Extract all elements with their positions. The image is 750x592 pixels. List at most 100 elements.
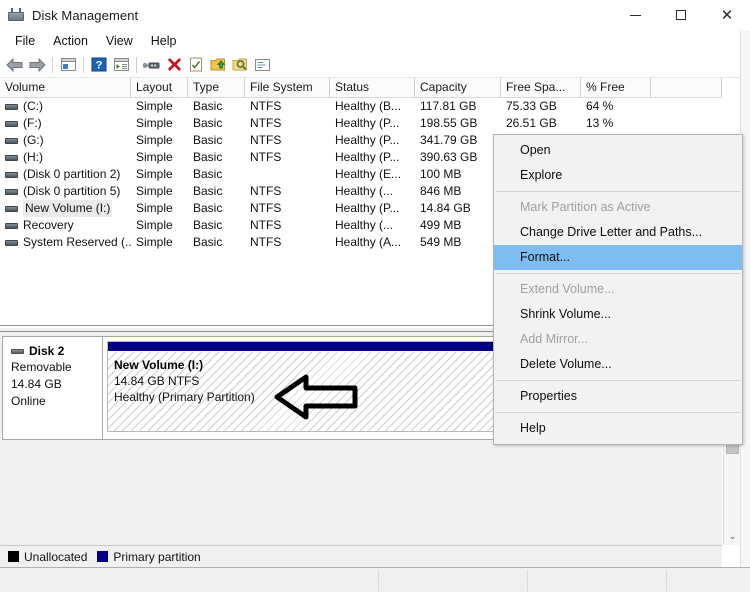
scrollbar-down-arrow-icon[interactable]: ⌄	[724, 529, 741, 545]
column-header-type[interactable]: Type	[188, 78, 245, 97]
volume-icon	[5, 137, 18, 144]
disk-info-panel[interactable]: Disk 2 Removable 14.84 GB Online	[3, 337, 103, 439]
cell-volume: New Volume (I:)	[0, 200, 131, 217]
volume-label: System Reserved (...	[23, 235, 131, 249]
cell-type: Basic	[193, 133, 223, 147]
extend-volume-icon	[210, 58, 226, 71]
cell-layout: Simple	[136, 167, 173, 181]
toolbar: ?	[0, 52, 750, 78]
menu-action[interactable]: Action	[44, 31, 97, 51]
help-button[interactable]: ?	[88, 54, 110, 76]
column-header-file-system[interactable]: File System	[245, 78, 330, 97]
status-bar-divider	[378, 570, 379, 591]
cell-file_system: NTFS	[250, 150, 282, 164]
volume-label: (Disk 0 partition 2)	[23, 167, 121, 181]
cell-volume: System Reserved (...	[0, 234, 131, 251]
cell-capacity: 14.84 GB	[420, 201, 471, 215]
title-bar: Disk Management ✕	[0, 0, 750, 30]
disk-status: Online	[11, 394, 46, 408]
disk-management-icon	[8, 8, 24, 22]
context-menu-item-shrink-volume[interactable]: Shrink Volume...	[494, 302, 742, 327]
disk-icon	[11, 348, 24, 354]
back-icon	[6, 57, 23, 72]
context-menu-item-change-drive-letter-and-paths[interactable]: Change Drive Letter and Paths...	[494, 220, 742, 245]
volume-label: (F:)	[23, 116, 42, 130]
options-button[interactable]	[251, 54, 273, 76]
svg-text:?: ?	[96, 60, 103, 72]
maximize-button[interactable]	[658, 0, 704, 30]
volume-label: Recovery	[23, 218, 74, 232]
table-row[interactable]: (F:) Simple Basic NTFS Healthy (P... 198.55 G…	[0, 115, 722, 132]
properties-button[interactable]	[185, 54, 207, 76]
menu-view[interactable]: View	[97, 31, 142, 51]
volume-icon	[5, 171, 18, 178]
volume-list-header: Volume Layout Type File System Status Ca…	[0, 78, 722, 98]
toolbar-separator	[83, 56, 84, 73]
forward-icon	[29, 57, 46, 72]
context-menu-separator	[496, 191, 740, 192]
context-menu-item-open[interactable]: Open	[494, 138, 742, 163]
cell-status: Healthy (P...	[335, 116, 400, 130]
maximize-icon	[676, 10, 686, 20]
cell-free_space: 75.33 GB	[506, 99, 557, 113]
menu-help[interactable]: Help	[142, 31, 186, 51]
cell-layout: Simple	[136, 116, 173, 130]
column-header-free-space[interactable]: Free Spa...	[501, 78, 581, 97]
cell-file_system: NTFS	[250, 116, 282, 130]
cell-type: Basic	[193, 201, 223, 215]
context-menu-item-explore[interactable]: Explore	[494, 163, 742, 188]
column-header-filler[interactable]	[651, 78, 722, 97]
show-hide-console-tree-icon	[60, 58, 76, 71]
delete-button[interactable]	[163, 54, 185, 76]
cell-status: Healthy (E...	[335, 167, 402, 181]
cell-pct_free: 64 %	[586, 99, 614, 113]
show-hide-console-tree-button[interactable]	[57, 54, 79, 76]
cell-layout: Simple	[136, 201, 173, 215]
volume-icon	[5, 222, 18, 229]
cell-volume: (G:)	[0, 132, 131, 149]
volume-label: (H:)	[23, 150, 43, 164]
volume-icon	[5, 103, 18, 110]
disk-name: Disk 2	[29, 344, 65, 358]
cell-status: Healthy (P...	[335, 133, 400, 147]
legend: Unallocated Primary partition	[0, 545, 722, 567]
minimize-button[interactable]	[612, 0, 658, 30]
cell-status: Healthy (A...	[335, 235, 402, 249]
rescan-disks-icon	[143, 62, 160, 68]
context-menu-item-help[interactable]: Help	[494, 416, 742, 441]
cell-volume: (H:)	[0, 149, 131, 166]
back-button[interactable]	[4, 54, 26, 76]
context-menu-item-format[interactable]: Format...	[494, 245, 742, 270]
context-menu-item-properties[interactable]: Properties	[494, 384, 742, 409]
context-menu-separator	[496, 273, 740, 274]
menu-file[interactable]: File	[6, 31, 44, 51]
volume-label: (Disk 0 partition 5)	[23, 184, 121, 198]
forward-button[interactable]	[26, 54, 48, 76]
column-header-pct-free[interactable]: % Free	[581, 78, 651, 97]
context-menu-separator	[496, 380, 740, 381]
cell-layout: Simple	[136, 133, 173, 147]
partition-name: New Volume (I:)	[114, 358, 204, 372]
volume-icon	[5, 188, 18, 195]
close-button[interactable]: ✕	[704, 0, 750, 30]
table-row[interactable]: (C:) Simple Basic NTFS Healthy (B... 117.81 G…	[0, 98, 722, 115]
legend-label-primary-partition: Primary partition	[113, 549, 201, 564]
search-volume-button[interactable]	[229, 54, 251, 76]
rescan-disks-button[interactable]	[141, 54, 163, 76]
column-header-capacity[interactable]: Capacity	[415, 78, 501, 97]
delete-icon	[167, 58, 181, 71]
cell-type: Basic	[193, 184, 223, 198]
status-bar-divider	[666, 570, 667, 591]
column-header-volume[interactable]: Volume	[0, 78, 131, 97]
cell-type: Basic	[193, 235, 223, 249]
legend-item-primary-partition: Primary partition	[97, 549, 201, 564]
window-title: Disk Management	[32, 7, 139, 23]
column-header-status[interactable]: Status	[330, 78, 415, 97]
column-header-layout[interactable]: Layout	[131, 78, 188, 97]
cell-file_system	[245, 166, 330, 183]
context-menu-item-delete-volume[interactable]: Delete Volume...	[494, 352, 742, 377]
extend-volume-button[interactable]	[207, 54, 229, 76]
toolbar-separator	[136, 56, 137, 73]
options-icon	[254, 58, 270, 71]
show-hide-action-pane-button[interactable]	[110, 54, 132, 76]
